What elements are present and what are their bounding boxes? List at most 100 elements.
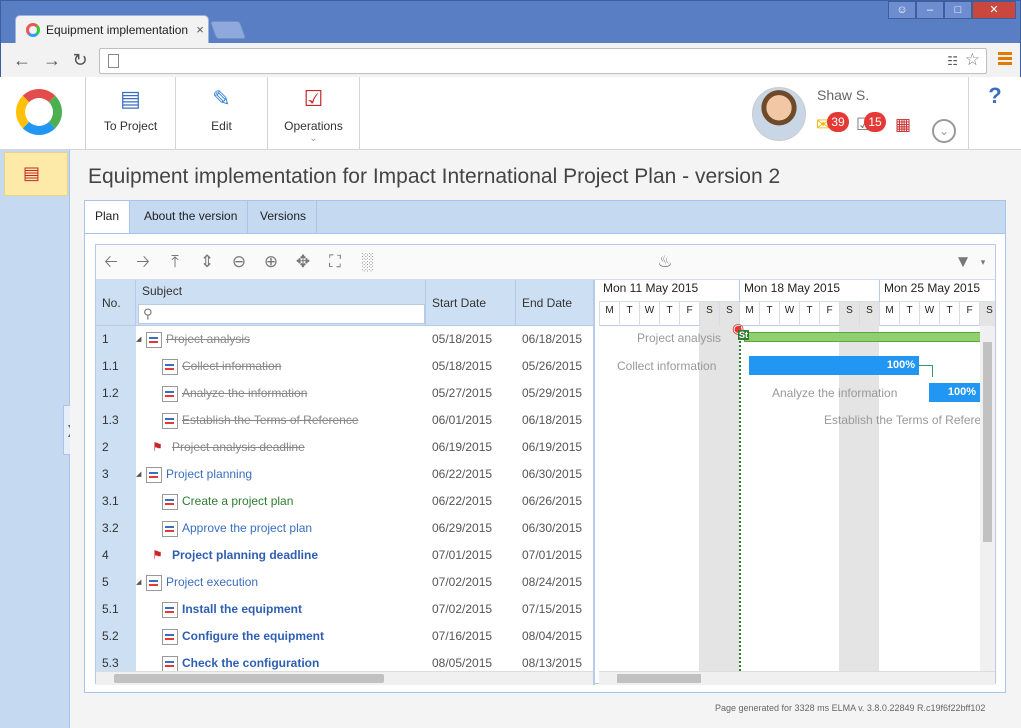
gantt-summary-bar[interactable] [744, 332, 984, 342]
arrow-left-icon[interactable]: 🡠 [100, 251, 122, 273]
calendar-icon[interactable]: ▦ [895, 115, 911, 135]
row-end-date: 06/19/2015 [522, 440, 583, 454]
browser-menu-icon[interactable] [998, 52, 1012, 66]
row-start-date: 06/22/2015 [432, 467, 493, 481]
browser-tab[interactable]: Equipment implementation × [15, 15, 209, 43]
column-start-date[interactable]: Start Date [426, 280, 516, 326]
table-row[interactable]: 2 ⚑ Project analysis deadline 06/19/2015 06/… [96, 434, 593, 461]
user-menu-chevron-icon[interactable]: ⌄ [932, 119, 956, 143]
row-subject[interactable]: Project execution [166, 575, 258, 589]
row-subject[interactable]: Configure the equipment [182, 629, 324, 643]
move-icon[interactable]: ✥ [292, 251, 314, 273]
collapse-triangle-icon[interactable]: ◢ [136, 326, 146, 353]
tab-plan[interactable]: Plan [85, 201, 131, 235]
to-project-button[interactable]: ▤ To Project [86, 77, 176, 150]
gantt-vertical-scrollbar[interactable] [980, 326, 995, 671]
scrollbar-thumb[interactable] [617, 674, 701, 683]
tab-about-version[interactable]: About the version [134, 201, 249, 234]
gantt-horizontal-scrollbar[interactable] [599, 671, 995, 685]
row-start-date: 06/01/2015 [432, 413, 493, 427]
row-subject-cell: Create a project plan [136, 488, 426, 515]
row-start-date: 07/02/2015 [432, 602, 493, 616]
row-subject[interactable]: Project planning [166, 467, 252, 481]
table-row[interactable]: 5.2 Configure the equipment 07/16/2015 08/0… [96, 623, 593, 650]
new-tab-button[interactable] [209, 21, 247, 39]
row-subject[interactable]: Check the configuration [182, 656, 319, 670]
edit-label: Edit [211, 119, 232, 133]
window-close-button[interactable]: ✕ [972, 1, 1016, 19]
gantt-day-header: MTWTFSSMTWTFSSMTWTFS [599, 302, 995, 326]
row-subject[interactable]: Analyze the information [182, 386, 307, 400]
app-logo[interactable] [16, 89, 62, 135]
collapse-icon[interactable]: ⤒ [164, 251, 186, 273]
collapse-triangle-icon[interactable]: ◢ [136, 461, 146, 488]
row-subject[interactable]: Project analysis [166, 332, 250, 346]
row-subject[interactable]: Install the equipment [182, 602, 302, 616]
filter-icon[interactable]: ▼ [952, 251, 974, 273]
fit-screen-icon[interactable]: ⛶ [324, 251, 346, 273]
window-user-button[interactable]: ☺ [888, 1, 916, 19]
subject-search-input[interactable]: ⚲ [138, 304, 425, 324]
scrollbar-thumb[interactable] [114, 674, 384, 683]
row-start-date: 05/18/2015 [432, 359, 493, 373]
reload-icon[interactable]: ↻ [69, 49, 91, 71]
edit-button[interactable]: ✎ Edit [176, 77, 268, 150]
address-bar[interactable]: ☷ ☆ [99, 48, 987, 74]
avatar[interactable] [752, 87, 806, 141]
row-number: 4 [96, 542, 136, 569]
column-no[interactable]: No. [96, 280, 136, 326]
table-row[interactable]: 1.3 Establish the Terms of Reference 06/01… [96, 407, 593, 434]
bar-chart-icon[interactable]: ░ [356, 251, 378, 273]
browser-navbar: ← → ↻ ☷ ☆ [1, 43, 1020, 78]
arrow-right-icon[interactable]: 🡢 [132, 251, 154, 273]
row-subject[interactable]: Project analysis deadline [172, 440, 305, 454]
expand-icon[interactable]: ⇕ [196, 251, 218, 273]
zoom-out-icon[interactable]: ⊖ [228, 251, 250, 273]
table-row[interactable]: 3 ◢ Project planning 06/22/2015 06/30/2015 [96, 461, 593, 488]
filter-dropdown-icon[interactable]: ▾ [972, 251, 994, 273]
plan-panel: 🡠 🡢 ⤒ ⇕ ⊖ ⊕ ✥ ⛶ ░ ♨ ▼ ▾ No. Subject ⚲ St… [84, 233, 1006, 693]
window-minimize-button[interactable]: – [916, 1, 944, 19]
row-subject[interactable]: Create a project plan [182, 494, 293, 508]
row-end-date: 08/04/2015 [522, 629, 583, 643]
tab-close-icon[interactable]: × [192, 22, 208, 37]
back-arrow-icon[interactable]: ← [11, 49, 33, 71]
dependency-arrow [919, 365, 933, 377]
tab-versions[interactable]: Versions [250, 201, 318, 234]
critical-path-flame-icon[interactable]: ♨ [654, 251, 676, 273]
window-maximize-button[interactable]: □ [944, 1, 972, 19]
row-subject-cell: ⚑ Project planning deadline [136, 542, 426, 569]
table-row[interactable]: 5.1 Install the equipment 07/02/2015 07/15/… [96, 596, 593, 623]
row-subject[interactable]: Establish the Terms of Reference [182, 413, 359, 427]
table-row[interactable]: 3.2 Approve the project plan 06/29/2015 06/… [96, 515, 593, 542]
page-icon [108, 54, 119, 68]
gantt-bar-analyze[interactable]: 100% [929, 383, 980, 402]
table-row[interactable]: 3.1 Create a project plan 06/22/2015 06/26/… [96, 488, 593, 515]
help-button[interactable]: ? [968, 77, 1021, 150]
scrollbar-thumb[interactable] [983, 342, 992, 542]
table-row[interactable]: 1 ◢ Project analysis 05/18/2015 06/18/2015 [96, 326, 593, 353]
translate-icon[interactable]: ☷ [947, 54, 958, 68]
column-end-date[interactable]: End Date [516, 280, 593, 326]
row-subject[interactable]: Project planning deadline [172, 548, 318, 562]
collapse-triangle-icon[interactable]: ◢ [136, 569, 146, 596]
table-row[interactable]: 1.1 Collect information 05/18/2015 05/26/20… [96, 353, 593, 380]
table-horizontal-scrollbar[interactable] [96, 671, 593, 685]
sidebar-item-project-plan[interactable]: ▤ [4, 152, 68, 196]
row-subject[interactable]: Approve the project plan [182, 521, 312, 535]
task-icon [162, 493, 178, 510]
table-row[interactable]: 4 ⚑ Project planning deadline 07/01/2015 07/… [96, 542, 593, 569]
window-controls: ☺ – □ ✕ [888, 1, 1016, 19]
gantt-bar-collect[interactable]: 100% [749, 356, 919, 375]
table-row[interactable]: 5 ◢ Project execution 07/02/2015 08/24/2015 [96, 569, 593, 596]
row-subject[interactable]: Collect information [182, 359, 281, 373]
table-row[interactable]: 1.2 Analyze the information 05/27/2015 05/2… [96, 380, 593, 407]
forward-arrow-icon[interactable]: → [41, 49, 63, 71]
user-name[interactable]: Shaw S. [817, 87, 869, 103]
zoom-in-icon[interactable]: ⊕ [260, 251, 282, 273]
task-group-icon [146, 331, 162, 348]
bookmark-star-icon[interactable]: ☆ [965, 50, 980, 70]
row-number: 5 [96, 569, 136, 596]
operations-button[interactable]: ☑ Operations ⌄ [268, 77, 360, 150]
row-number: 3.2 [96, 515, 136, 542]
